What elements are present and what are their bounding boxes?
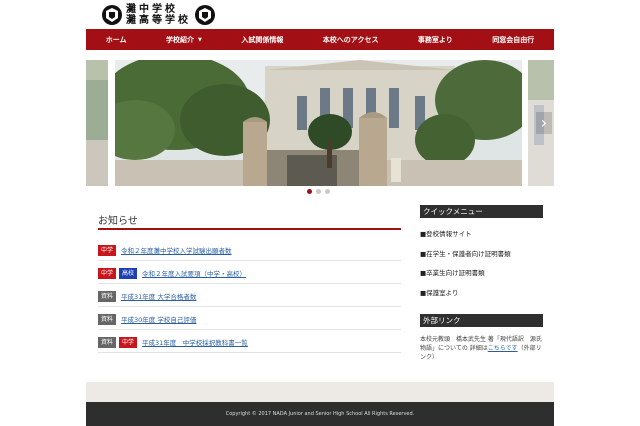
badge-document: 資料: [98, 313, 117, 325]
news-link[interactable]: 平成30年度 学校自己評価: [121, 314, 196, 324]
nav-label: 同窓会自由行: [492, 35, 535, 44]
previous-slide-image[interactable]: [86, 60, 108, 186]
slider-dot[interactable]: [307, 189, 312, 194]
school-building-photo: [115, 60, 522, 186]
nav-access[interactable]: 本校へのアクセス: [303, 29, 398, 50]
news-divider: [98, 228, 401, 230]
nav-admissions[interactable]: 入試関係情報: [222, 29, 303, 50]
slider-dot[interactable]: [325, 189, 330, 194]
news-link[interactable]: 令和２年度入試要項（中学・高校）: [142, 268, 246, 278]
news-item: 資料 平成31年度 大学合格者数: [98, 284, 401, 307]
school-logo[interactable]: 灘中学校 灘高等学校: [101, 3, 216, 27]
news-link[interactable]: 平成31年度 大学合格者数: [121, 291, 196, 301]
image-slider[interactable]: ›: [86, 60, 554, 186]
logo-text: 灘中学校 灘高等学校: [126, 4, 191, 26]
school-crest-icon: [195, 5, 215, 25]
nav-school-intro[interactable]: 学校紹介 ▼: [146, 29, 221, 50]
footer-copyright: Copyright © 2017 NADA Junior and Senior …: [86, 402, 554, 426]
news-heading: お知らせ: [98, 216, 138, 227]
quick-menu-item[interactable]: ■卒業生向け証明書類: [420, 267, 545, 287]
nav-label: 事務室より: [417, 35, 453, 44]
quick-menu-item[interactable]: ■保護室より: [420, 287, 545, 307]
main-nav: ホーム 学校紹介 ▼ 入試関係情報 本校へのアクセス 事務室より 同窓会自由行: [86, 29, 554, 50]
external-links-heading: 外部リンク: [420, 314, 543, 327]
nav-label: 入試関係情報: [241, 35, 284, 44]
news-item: 中学 令和２年度灘中学校入学試験出願者数: [98, 238, 401, 261]
slider-next-arrow-icon[interactable]: ›: [536, 112, 552, 134]
quick-menu-heading: クイックメニュー: [420, 205, 543, 218]
nav-home[interactable]: ホーム: [86, 29, 146, 50]
badge-document: 資料: [98, 290, 117, 302]
nav-label: 学校紹介: [166, 35, 194, 44]
site-header: 灘中学校 灘高等学校: [0, 0, 640, 28]
nav-alumni[interactable]: 同窓会自由行: [473, 29, 554, 50]
external-link-description: 本校元教頭 橋本武先生 著「現代語訳 源氏物語」についての 詳細はこちらです（外…: [420, 335, 545, 362]
badge-junior-high: 中学: [98, 244, 117, 256]
footer-band: [86, 382, 554, 402]
nav-label: 本校へのアクセス: [322, 35, 379, 44]
logo-line-2: 灘高等学校: [126, 15, 191, 26]
caret-down-icon: ▼: [198, 36, 202, 43]
quick-menu-list: ■登校情報サイト ■在学生・保護者向け証明書類 ■卒業生向け証明書類 ■保護室よ…: [420, 228, 545, 306]
news-link[interactable]: 令和２年度灘中学校入学試験出願者数: [121, 245, 232, 255]
school-crest-icon: [102, 5, 122, 25]
nav-label: ホーム: [105, 35, 127, 44]
news-item: 資料 中学 平成31年度 中学校採択教科書一覧: [98, 330, 401, 353]
external-link[interactable]: こちらです: [488, 345, 518, 352]
quick-menu-item[interactable]: ■登校情報サイト: [420, 228, 545, 248]
logo-line-1: 灘中学校: [126, 4, 178, 15]
news-list: 中学 令和２年度灘中学校入学試験出願者数 中学 高校 令和２年度入試要項（中学・…: [98, 238, 401, 353]
quick-menu-item[interactable]: ■在学生・保護者向け証明書類: [420, 248, 545, 268]
badge-junior-high: 中学: [119, 336, 138, 348]
slider-dot[interactable]: [316, 189, 321, 194]
slider-dots: [307, 189, 330, 194]
news-item: 資料 平成30年度 学校自己評価: [98, 307, 401, 330]
news-item: 中学 高校 令和２年度入試要項（中学・高校）: [98, 261, 401, 284]
badge-document: 資料: [98, 336, 117, 348]
nav-office[interactable]: 事務室より: [398, 29, 472, 50]
badge-high-school: 高校: [119, 267, 138, 279]
news-link[interactable]: 平成31年度 中学校採択教科書一覧: [142, 337, 248, 347]
badge-junior-high: 中学: [98, 267, 117, 279]
